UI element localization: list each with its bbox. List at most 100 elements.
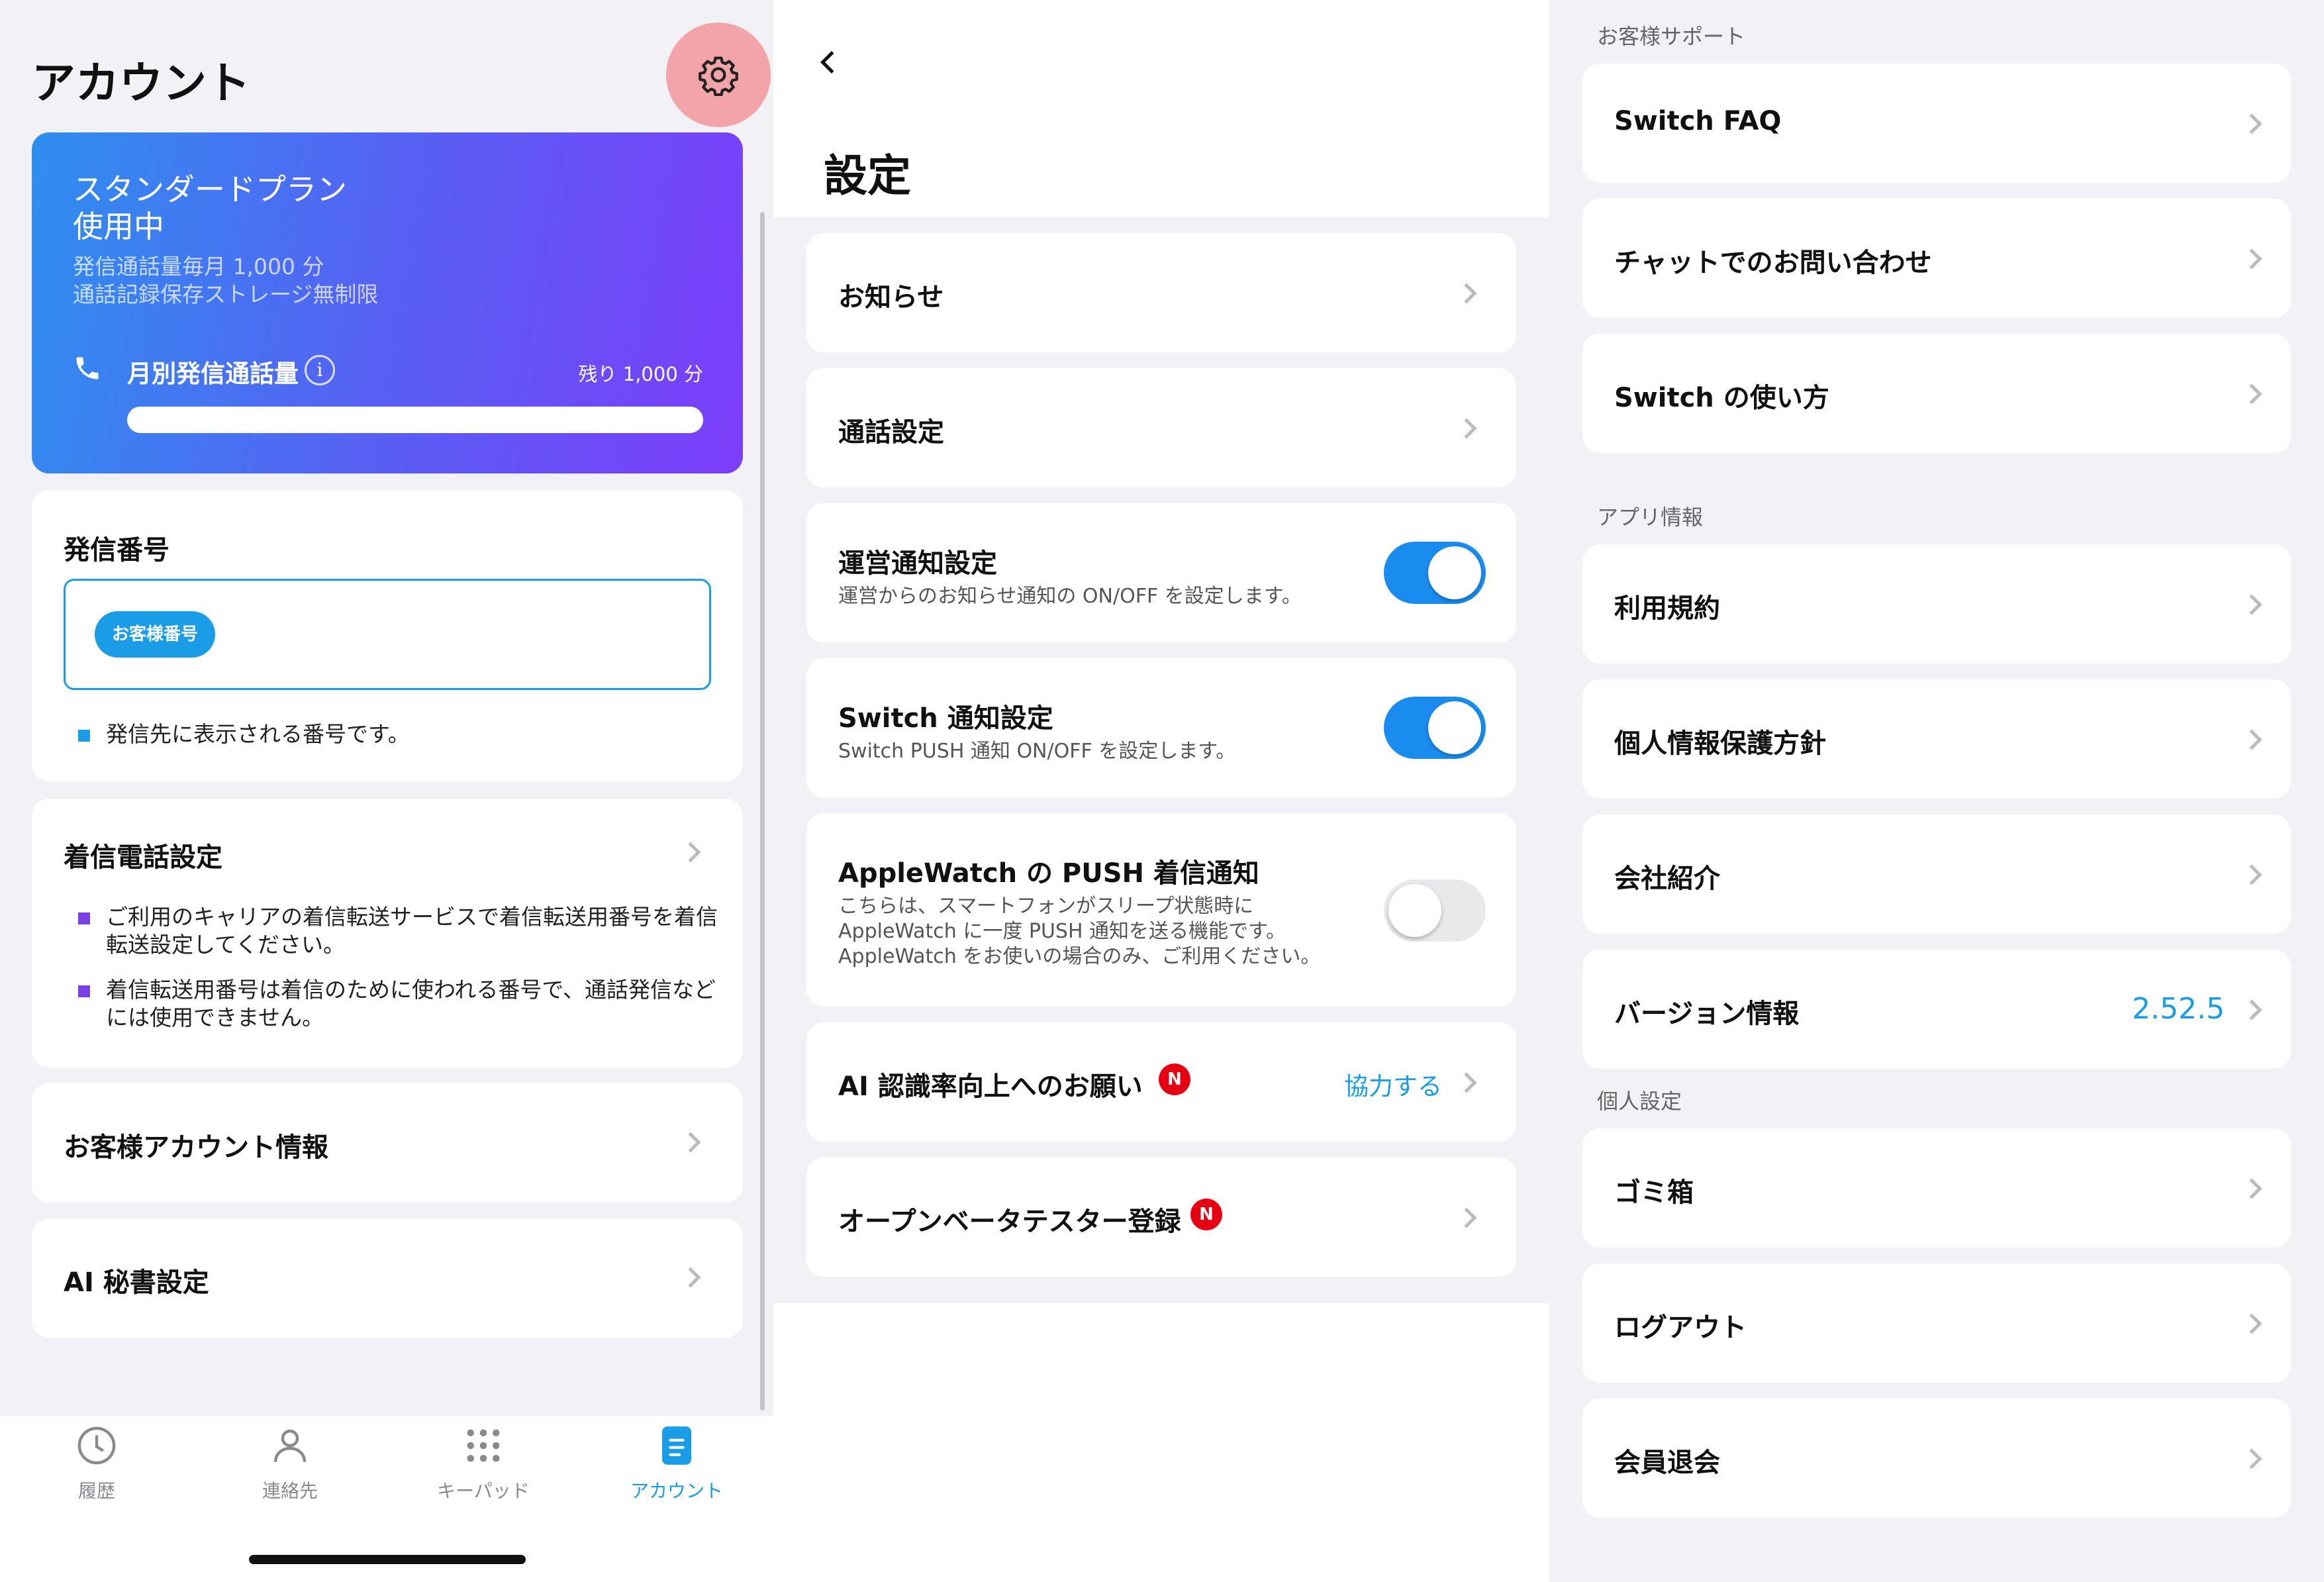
chat-row[interactable]: チャットでのお問い合わせ [1582, 199, 2291, 318]
chevron-right-icon [1456, 283, 1477, 304]
ai-recognition-row[interactable]: AI 認識率向上へのお願い N 協力する [806, 1022, 1516, 1142]
plan-detail-2: 通話記録保存ストレージ無制限 [73, 281, 379, 307]
ai-recognition-title: AI 認識率向上へのお願い [838, 1071, 1143, 1102]
bullet-marker [78, 730, 90, 742]
faq-row[interactable]: Switch FAQ [1582, 64, 2291, 183]
chevron-right-icon [2241, 383, 2262, 405]
usage-remaining: 残り 1,000 分 [578, 363, 703, 385]
tab-label: 履歴 [77, 1480, 115, 1502]
chevron-right-icon [680, 1132, 701, 1153]
app-section-header: アプリ情報 [1597, 505, 1704, 530]
ops-notify-toggle[interactable] [1384, 542, 1486, 604]
info-icon[interactable]: i [305, 355, 335, 385]
switch-notify-row: Switch 通知設定 Switch PUSH 通知 ON/OFF を設定します… [806, 658, 1516, 797]
support-section-header: お客様サポート [1597, 24, 1746, 49]
tab-keypad[interactable]: キーパッド [430, 1424, 536, 1503]
plan-card: スタンダードプラン 使用中 発信通話量毎月 1,000 分 通話記録保存ストレー… [32, 132, 743, 473]
version-row[interactable]: バージョン情報 2.52.5 [1582, 950, 2291, 1069]
bullet-marker [78, 913, 90, 924]
chat-label: チャットでのお問い合わせ [1614, 248, 1932, 278]
company-label: 会社紹介 [1614, 864, 1720, 894]
ai-secretary-row[interactable]: AI 秘書設定 [32, 1218, 743, 1338]
incoming-note-1: ご利用のキャリアの着信転送サービスで着信転送用番号を着信転送設定してください。 [106, 904, 718, 958]
chevron-right-icon [1456, 1072, 1477, 1093]
applewatch-desc-1: こちらは、スマートフォンがスリープ状態時に [838, 895, 1254, 918]
terms-row[interactable]: 利用規約 [1582, 544, 2291, 664]
bullet-marker [78, 985, 90, 997]
applewatch-desc-3: AppleWatch をお使いの場合のみ、ご利用ください。 [838, 945, 1321, 968]
tab-label: キーパッド [437, 1480, 530, 1502]
withdraw-row[interactable]: 会員退会 [1582, 1399, 2291, 1518]
chevron-right-icon [2241, 864, 2262, 885]
chevron-right-icon [2241, 594, 2262, 615]
switch-notify-toggle[interactable] [1384, 697, 1486, 759]
clock-icon [77, 1426, 116, 1465]
more-pane: お客様サポート Switch FAQ チャットでのお問い合わせ Switch の… [1549, 0, 2324, 1582]
logout-label: ログアウト [1614, 1312, 1747, 1343]
privacy-row[interactable]: 個人情報保護方針 [1582, 679, 2291, 799]
customer-account-info-row[interactable]: お客様アカウント情報 [32, 1083, 743, 1203]
tab-contacts[interactable]: 連絡先 [237, 1424, 343, 1503]
tab-history[interactable]: 履歴 [44, 1424, 150, 1503]
ai-recognition-action[interactable]: 協力する [1344, 1066, 1442, 1102]
toggle-knob [1388, 884, 1441, 937]
chevron-right-icon [2241, 1178, 2262, 1199]
tab-label: アカウント [630, 1480, 723, 1502]
incoming-call-title: 着信電話設定 [64, 842, 222, 873]
ops-notify-title: 運営通知設定 [838, 548, 997, 579]
usage-bar [127, 407, 703, 433]
incoming-call-card[interactable]: 着信電話設定 ご利用のキャリアの着信転送サービスで着信転送用番号を着信転送設定し… [32, 799, 743, 1067]
notice-label: お知らせ [838, 282, 944, 313]
tab-account[interactable]: アカウント [624, 1424, 730, 1503]
keypad-icon [467, 1429, 500, 1462]
page-title: アカウント [32, 58, 250, 109]
phone-icon [76, 357, 99, 379]
company-row[interactable]: 会社紹介 [1582, 815, 2291, 934]
settings-title: 設定 [824, 150, 911, 201]
call-settings-row[interactable]: 通話設定 [806, 368, 1516, 487]
notice-row[interactable]: お知らせ [806, 233, 1516, 352]
caller-number-title: 発信番号 [64, 535, 169, 566]
tab-label: 連絡先 [262, 1480, 318, 1502]
new-badge: N [1159, 1063, 1190, 1095]
account-pane: アカウント スタンダードプラン 使用中 発信通話量毎月 1,000 分 通話記録… [0, 0, 773, 1582]
gear-icon [699, 56, 738, 96]
personal-section-header: 個人設定 [1597, 1089, 1682, 1114]
incoming-note-2: 着信転送用番号は着信のために使われる番号で、通話発信などには使用できません。 [106, 977, 716, 1030]
logout-row[interactable]: ログアウト [1582, 1263, 2291, 1383]
chevron-right-icon [1456, 1207, 1477, 1228]
chevron-right-icon [1456, 418, 1477, 439]
plan-detail-1: 発信通話量毎月 1,000 分 [73, 254, 324, 279]
settings-bottom-area [773, 1303, 1549, 1582]
plan-status: 使用中 [73, 209, 164, 244]
terms-label: 利用規約 [1614, 593, 1720, 624]
privacy-label: 個人情報保護方針 [1614, 728, 1826, 759]
caller-number-tag: お客様番号 [95, 611, 216, 658]
trash-row[interactable]: ゴミ箱 [1582, 1128, 2291, 1248]
ops-notify-row: 運営通知設定 運営からのお知らせ通知の ON/OFF を設定します。 [806, 503, 1516, 642]
settings-pane: 設定 お知らせ 通話設定 運営通知設定 運営からのお知らせ通知の ON/OFF … [773, 0, 1549, 1582]
trash-label: ゴミ箱 [1614, 1177, 1694, 1208]
caller-number-field[interactable]: お客様番号 [64, 579, 711, 690]
toggle-knob [1428, 546, 1481, 599]
faq-label: Switch FAQ [1614, 106, 1782, 136]
chevron-right-icon [2241, 1448, 2262, 1469]
howto-row[interactable]: Switch の使い方 [1582, 334, 2291, 453]
applewatch-row: AppleWatch の PUSH 着信通知 こちらは、スマートフォンがスリープ… [806, 813, 1516, 1007]
usage-label: 月別発信通話量 [127, 360, 299, 388]
applewatch-toggle[interactable] [1384, 879, 1486, 942]
toggle-knob [1428, 701, 1481, 754]
applewatch-desc-2: AppleWatch に一度 PUSH 通知を送る機能です。 [838, 920, 1286, 943]
chevron-right-icon [2241, 248, 2262, 270]
open-beta-row[interactable]: オープンベータテスター登録 N [806, 1158, 1516, 1277]
back-button[interactable] [810, 42, 850, 82]
caller-number-note: 発信先に表示される番号です。 [106, 721, 410, 747]
settings-button[interactable] [666, 23, 771, 127]
chevron-right-icon [2241, 1313, 2262, 1334]
ai-secretary-label: AI 秘書設定 [64, 1267, 209, 1298]
applewatch-title: AppleWatch の PUSH 着信通知 [838, 858, 1259, 889]
chevron-right-icon [680, 842, 701, 863]
version-value: 2.52.5 [2132, 992, 2225, 1026]
scrollbar[interactable] [760, 212, 765, 1410]
usage-bar-fill [127, 407, 703, 433]
